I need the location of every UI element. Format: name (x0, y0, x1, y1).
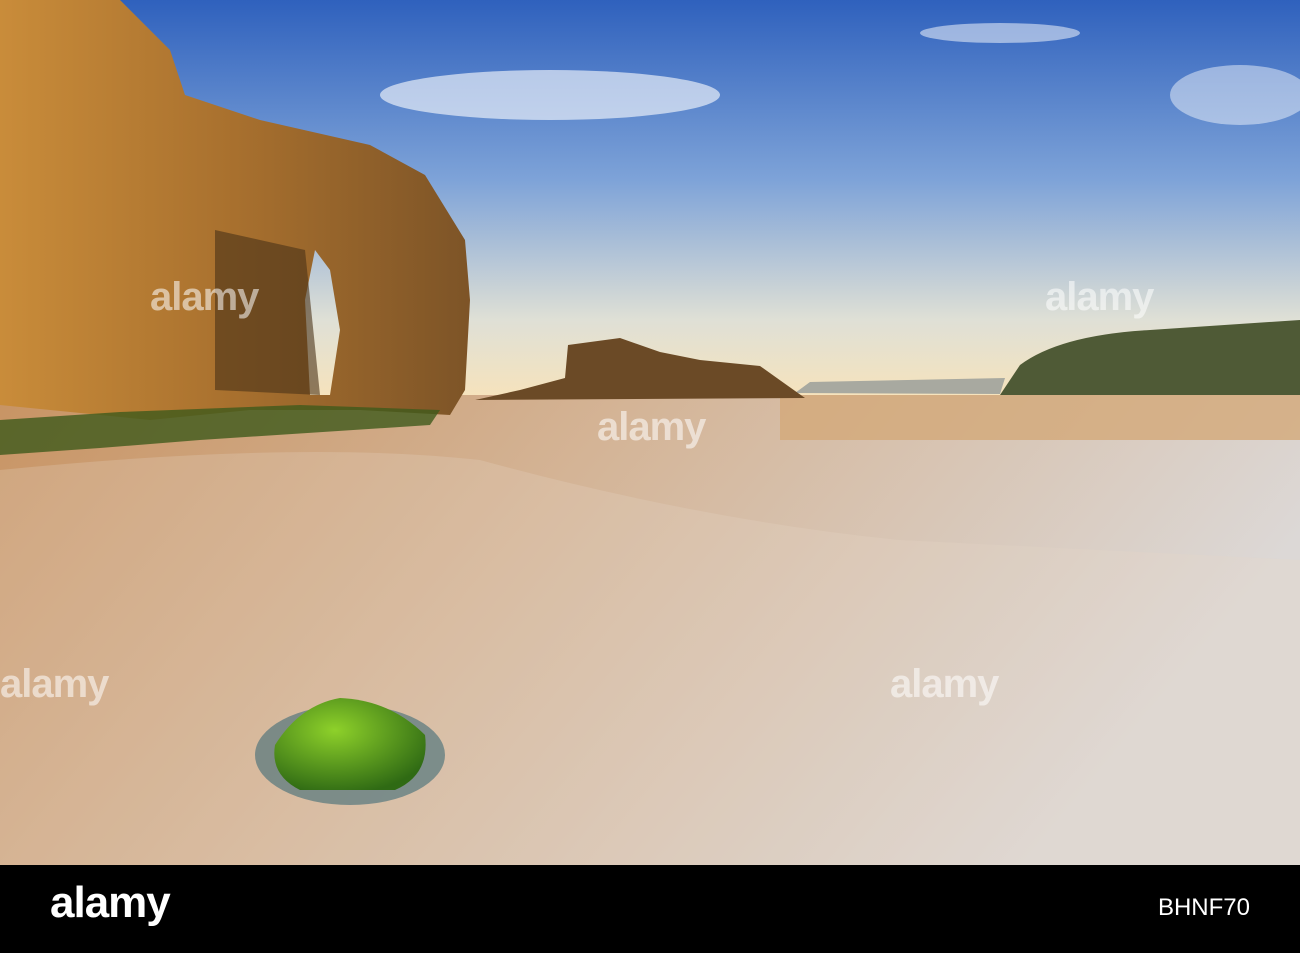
watermark: alamy (0, 662, 109, 706)
watermark: alamy (150, 275, 259, 319)
footer-bar (0, 865, 1300, 953)
cloud (920, 23, 1080, 43)
cloud (380, 70, 720, 120)
watermark: alamy (1045, 275, 1154, 319)
watermark: alamy (890, 662, 999, 706)
alamy-logo: alamy (50, 878, 171, 927)
far-beach (780, 395, 1300, 440)
watermark: alamy (597, 405, 706, 449)
image-id: BHNF70 (1157, 894, 1250, 921)
